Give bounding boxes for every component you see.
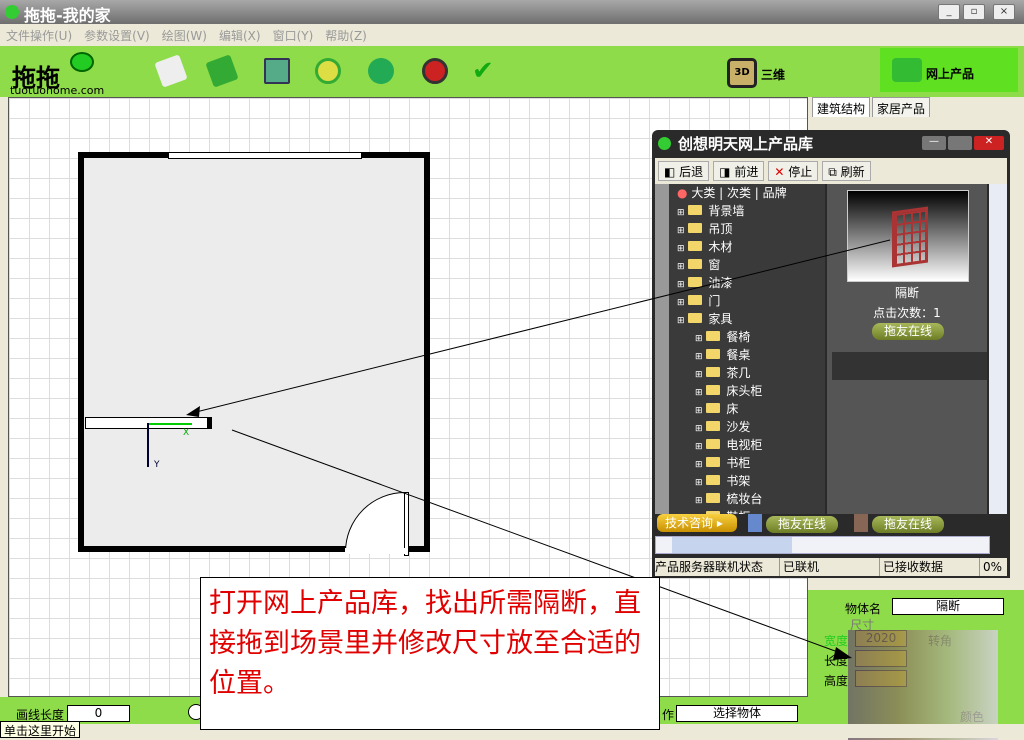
arrowhead-1 [186, 406, 200, 417]
arrowhead-2 [833, 647, 852, 660]
drag-line-1 [191, 239, 891, 414]
tutorial-callout: 打开网上产品库，找出所需隔断，直接拖到场景里并修改尺寸放至合适的位置。 [200, 577, 660, 730]
